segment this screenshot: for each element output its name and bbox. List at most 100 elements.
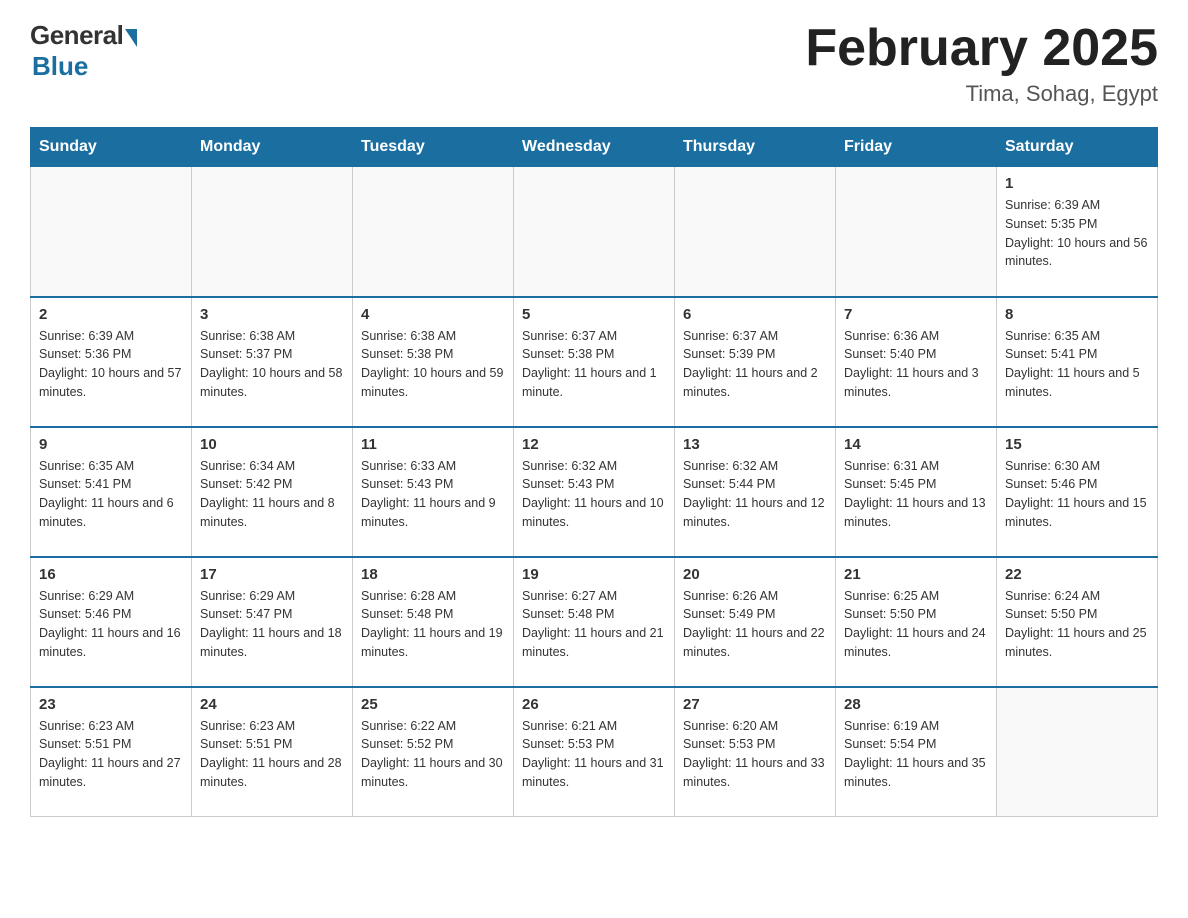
day-info: Sunrise: 6:25 AM Sunset: 5:50 PM Dayligh… bbox=[844, 587, 988, 662]
calendar-cell: 8Sunrise: 6:35 AM Sunset: 5:41 PM Daylig… bbox=[997, 297, 1158, 427]
day-info: Sunrise: 6:23 AM Sunset: 5:51 PM Dayligh… bbox=[39, 717, 183, 792]
calendar-cell: 16 Sunrise: 6:29 AM Sunset: 5:46 PM Dayli… bbox=[31, 557, 192, 687]
calendar-cell: 15 Sunrise: 6:30 AM Sunset: 5:46 PM Dayli… bbox=[997, 427, 1158, 557]
calendar-cell: 10 Sunrise: 6:34 AM Sunset: 5:42 PM Dayli… bbox=[192, 427, 353, 557]
day-number: 15 bbox=[1005, 436, 1149, 453]
day-number: 26 bbox=[522, 696, 666, 713]
calendar-cell: 6 Sunrise: 6:37 AM Sunset: 5:39 PM Daylig… bbox=[675, 297, 836, 427]
day-number: 12 bbox=[522, 436, 666, 453]
day-info: Sunrise: 6:37 AM Sunset: 5:38 PM Dayligh… bbox=[522, 327, 666, 402]
calendar-cell: 5Sunrise: 6:37 AM Sunset: 5:38 PM Daylig… bbox=[514, 297, 675, 427]
day-info: Sunrise: 6:31 AM Sunset: 5:45 PM Dayligh… bbox=[844, 457, 988, 532]
day-number: 11 bbox=[361, 436, 505, 453]
day-info: Sunrise: 6:22 AM Sunset: 5:52 PM Dayligh… bbox=[361, 717, 505, 792]
calendar-cell bbox=[514, 167, 675, 297]
title-section: February 2025 Tima, Sohag, Egypt bbox=[805, 20, 1158, 107]
day-info: Sunrise: 6:37 AM Sunset: 5:39 PM Dayligh… bbox=[683, 327, 827, 402]
day-info: Sunrise: 6:34 AM Sunset: 5:42 PM Dayligh… bbox=[200, 457, 344, 532]
calendar-cell: 4 Sunrise: 6:38 AM Sunset: 5:38 PM Daylig… bbox=[353, 297, 514, 427]
calendar-cell bbox=[31, 167, 192, 297]
day-number: 20 bbox=[683, 566, 827, 583]
calendar-header-row: Sunday Monday Tuesday Wednesday Thursday… bbox=[31, 128, 1158, 167]
day-info: Sunrise: 6:30 AM Sunset: 5:46 PM Dayligh… bbox=[1005, 457, 1149, 532]
day-info: Sunrise: 6:39 AM Sunset: 5:35 PM Dayligh… bbox=[1005, 196, 1149, 271]
col-monday: Monday bbox=[192, 128, 353, 167]
calendar-table: Sunday Monday Tuesday Wednesday Thursday… bbox=[30, 127, 1158, 817]
calendar-cell: 25 Sunrise: 6:22 AM Sunset: 5:52 PM Dayli… bbox=[353, 687, 514, 817]
calendar-cell bbox=[675, 167, 836, 297]
logo: General Blue bbox=[30, 20, 137, 82]
calendar-cell: 23 Sunrise: 6:23 AM Sunset: 5:51 PM Dayli… bbox=[31, 687, 192, 817]
day-number: 3 bbox=[200, 306, 344, 323]
calendar-cell: 14 Sunrise: 6:31 AM Sunset: 5:45 PM Dayli… bbox=[836, 427, 997, 557]
day-number: 27 bbox=[683, 696, 827, 713]
day-number: 23 bbox=[39, 696, 183, 713]
col-saturday: Saturday bbox=[997, 128, 1158, 167]
day-info: Sunrise: 6:20 AM Sunset: 5:53 PM Dayligh… bbox=[683, 717, 827, 792]
day-number: 16 bbox=[39, 566, 183, 583]
location-title: Tima, Sohag, Egypt bbox=[805, 81, 1158, 107]
col-thursday: Thursday bbox=[675, 128, 836, 167]
calendar-cell: 13 Sunrise: 6:32 AM Sunset: 5:44 PM Dayli… bbox=[675, 427, 836, 557]
day-number: 19 bbox=[522, 566, 666, 583]
calendar-week-row: 16 Sunrise: 6:29 AM Sunset: 5:46 PM Dayli… bbox=[31, 557, 1158, 687]
day-info: Sunrise: 6:38 AM Sunset: 5:37 PM Dayligh… bbox=[200, 327, 344, 402]
day-number: 14 bbox=[844, 436, 988, 453]
day-info: Sunrise: 6:21 AM Sunset: 5:53 PM Dayligh… bbox=[522, 717, 666, 792]
calendar-cell: 2Sunrise: 6:39 AM Sunset: 5:36 PM Daylig… bbox=[31, 297, 192, 427]
day-info: Sunrise: 6:35 AM Sunset: 5:41 PM Dayligh… bbox=[1005, 327, 1149, 402]
calendar-cell: 9Sunrise: 6:35 AM Sunset: 5:41 PM Daylig… bbox=[31, 427, 192, 557]
calendar-cell: 1 Sunrise: 6:39 AM Sunset: 5:35 PM Daylig… bbox=[997, 167, 1158, 297]
calendar-cell: 21Sunrise: 6:25 AM Sunset: 5:50 PM Dayli… bbox=[836, 557, 997, 687]
page-header: General Blue February 2025 Tima, Sohag, … bbox=[30, 20, 1158, 107]
day-number: 18 bbox=[361, 566, 505, 583]
logo-general-text: General bbox=[30, 20, 123, 51]
calendar-cell bbox=[836, 167, 997, 297]
month-title: February 2025 bbox=[805, 20, 1158, 77]
logo-blue-text: Blue bbox=[32, 51, 88, 82]
day-info: Sunrise: 6:32 AM Sunset: 5:43 PM Dayligh… bbox=[522, 457, 666, 532]
day-number: 10 bbox=[200, 436, 344, 453]
day-info: Sunrise: 6:33 AM Sunset: 5:43 PM Dayligh… bbox=[361, 457, 505, 532]
day-info: Sunrise: 6:28 AM Sunset: 5:48 PM Dayligh… bbox=[361, 587, 505, 662]
day-info: Sunrise: 6:23 AM Sunset: 5:51 PM Dayligh… bbox=[200, 717, 344, 792]
day-number: 6 bbox=[683, 306, 827, 323]
calendar-cell: 28 Sunrise: 6:19 AM Sunset: 5:54 PM Dayli… bbox=[836, 687, 997, 817]
col-wednesday: Wednesday bbox=[514, 128, 675, 167]
calendar-cell: 7Sunrise: 6:36 AM Sunset: 5:40 PM Daylig… bbox=[836, 297, 997, 427]
calendar-cell: 26 Sunrise: 6:21 AM Sunset: 5:53 PM Dayli… bbox=[514, 687, 675, 817]
col-sunday: Sunday bbox=[31, 128, 192, 167]
logo-arrow-icon bbox=[125, 29, 137, 47]
calendar-week-row: 2Sunrise: 6:39 AM Sunset: 5:36 PM Daylig… bbox=[31, 297, 1158, 427]
day-info: Sunrise: 6:29 AM Sunset: 5:47 PM Dayligh… bbox=[200, 587, 344, 662]
day-info: Sunrise: 6:29 AM Sunset: 5:46 PM Dayligh… bbox=[39, 587, 183, 662]
calendar-cell: 17 Sunrise: 6:29 AM Sunset: 5:47 PM Dayli… bbox=[192, 557, 353, 687]
day-number: 17 bbox=[200, 566, 344, 583]
day-info: Sunrise: 6:39 AM Sunset: 5:36 PM Dayligh… bbox=[39, 327, 183, 402]
day-number: 9 bbox=[39, 436, 183, 453]
calendar-cell: 27 Sunrise: 6:20 AM Sunset: 5:53 PM Dayli… bbox=[675, 687, 836, 817]
calendar-cell bbox=[997, 687, 1158, 817]
calendar-week-row: 9Sunrise: 6:35 AM Sunset: 5:41 PM Daylig… bbox=[31, 427, 1158, 557]
calendar-cell: 11 Sunrise: 6:33 AM Sunset: 5:43 PM Dayli… bbox=[353, 427, 514, 557]
day-number: 4 bbox=[361, 306, 505, 323]
day-number: 25 bbox=[361, 696, 505, 713]
calendar-cell bbox=[192, 167, 353, 297]
calendar-week-row: 23 Sunrise: 6:23 AM Sunset: 5:51 PM Dayli… bbox=[31, 687, 1158, 817]
day-info: Sunrise: 6:36 AM Sunset: 5:40 PM Dayligh… bbox=[844, 327, 988, 402]
calendar-cell: 24 Sunrise: 6:23 AM Sunset: 5:51 PM Dayli… bbox=[192, 687, 353, 817]
calendar-cell: 20 Sunrise: 6:26 AM Sunset: 5:49 PM Dayli… bbox=[675, 557, 836, 687]
day-info: Sunrise: 6:38 AM Sunset: 5:38 PM Dayligh… bbox=[361, 327, 505, 402]
day-number: 24 bbox=[200, 696, 344, 713]
day-info: Sunrise: 6:27 AM Sunset: 5:48 PM Dayligh… bbox=[522, 587, 666, 662]
calendar-cell: 22Sunrise: 6:24 AM Sunset: 5:50 PM Dayli… bbox=[997, 557, 1158, 687]
calendar-cell: 12 Sunrise: 6:32 AM Sunset: 5:43 PM Dayli… bbox=[514, 427, 675, 557]
day-info: Sunrise: 6:24 AM Sunset: 5:50 PM Dayligh… bbox=[1005, 587, 1149, 662]
day-number: 13 bbox=[683, 436, 827, 453]
day-info: Sunrise: 6:26 AM Sunset: 5:49 PM Dayligh… bbox=[683, 587, 827, 662]
day-number: 1 bbox=[1005, 175, 1149, 192]
calendar-cell bbox=[353, 167, 514, 297]
day-info: Sunrise: 6:19 AM Sunset: 5:54 PM Dayligh… bbox=[844, 717, 988, 792]
day-number: 28 bbox=[844, 696, 988, 713]
day-info: Sunrise: 6:32 AM Sunset: 5:44 PM Dayligh… bbox=[683, 457, 827, 532]
